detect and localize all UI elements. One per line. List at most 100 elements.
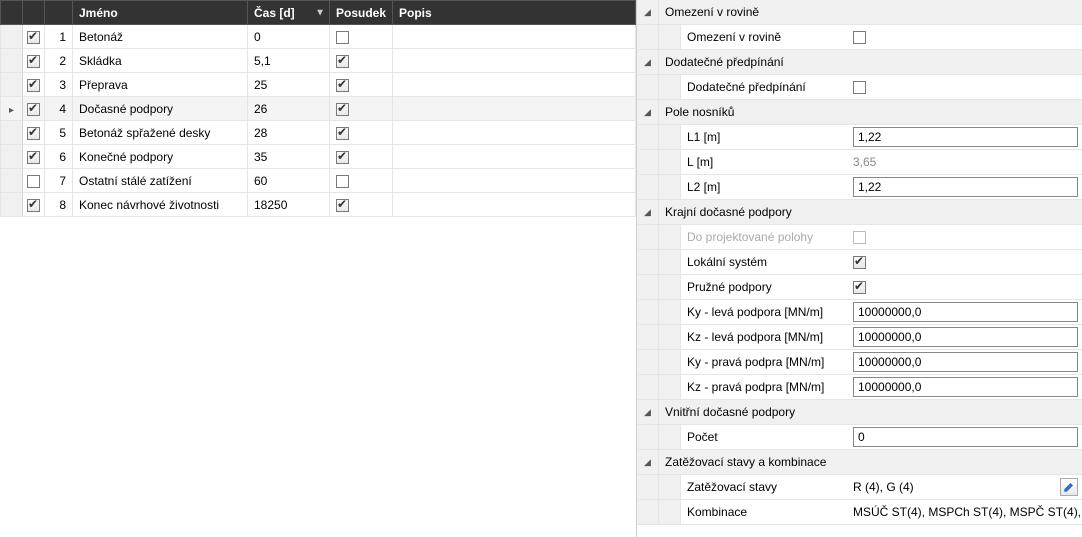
row-jmeno[interactable]: Konečné podpory bbox=[73, 145, 248, 169]
row-checkbox[interactable] bbox=[27, 103, 40, 116]
row-checkbox[interactable] bbox=[27, 199, 40, 212]
row-popis[interactable] bbox=[393, 193, 636, 217]
section-krajni[interactable]: ◢ Krajní dočasné podpory bbox=[637, 200, 1082, 225]
section-zat[interactable]: ◢ Zatěžovací stavy a kombinace bbox=[637, 450, 1082, 475]
row-popis[interactable] bbox=[393, 73, 636, 97]
row-jmeno[interactable]: Konec návrhové životnosti bbox=[73, 193, 248, 217]
section-dodat[interactable]: ◢ Dodatečné předpínání bbox=[637, 50, 1082, 75]
table-row[interactable]: 1Betonáž0 bbox=[1, 25, 636, 49]
row-posudek-checkbox[interactable] bbox=[336, 199, 349, 212]
row-jmeno[interactable]: Skládka bbox=[73, 49, 248, 73]
value-stavy: R (4), G (4) bbox=[853, 480, 1056, 494]
collapse-icon[interactable]: ◢ bbox=[637, 400, 659, 424]
row-jmeno[interactable]: Betonáž spřažené desky bbox=[73, 121, 248, 145]
checkbox-dodat[interactable] bbox=[853, 81, 866, 94]
row-cas[interactable]: 5,1 bbox=[248, 49, 330, 73]
row-posudek-cell[interactable] bbox=[330, 145, 393, 169]
collapse-icon[interactable]: ◢ bbox=[637, 200, 659, 224]
row-posudek-checkbox[interactable] bbox=[336, 127, 349, 140]
section-label: Krajní dočasné podpory bbox=[659, 200, 1082, 224]
row-check-cell[interactable] bbox=[23, 25, 45, 49]
row-popis[interactable] bbox=[393, 49, 636, 73]
row-cas[interactable]: 28 bbox=[248, 121, 330, 145]
row-check-cell[interactable] bbox=[23, 193, 45, 217]
row-popis[interactable] bbox=[393, 97, 636, 121]
row-checkbox[interactable] bbox=[27, 175, 40, 188]
input-l2[interactable] bbox=[853, 177, 1078, 197]
table-row[interactable]: 4Dočasné podpory26 bbox=[1, 97, 636, 121]
col-jmeno[interactable]: Jméno bbox=[73, 1, 248, 25]
section-pole[interactable]: ◢ Pole nosníků bbox=[637, 100, 1082, 125]
edit-icon[interactable] bbox=[1060, 478, 1078, 496]
table-row[interactable]: 3Přeprava25 bbox=[1, 73, 636, 97]
row-popis[interactable] bbox=[393, 121, 636, 145]
row-jmeno[interactable]: Dočasné podpory bbox=[73, 97, 248, 121]
row-posudek-cell[interactable] bbox=[330, 121, 393, 145]
field-label: L2 [m] bbox=[681, 175, 849, 199]
input-kz-leva[interactable] bbox=[853, 327, 1078, 347]
row-check-cell[interactable] bbox=[23, 145, 45, 169]
row-posudek-cell[interactable] bbox=[330, 49, 393, 73]
row-cas[interactable]: 35 bbox=[248, 145, 330, 169]
input-l1[interactable] bbox=[853, 127, 1078, 147]
col-popis[interactable]: Popis bbox=[393, 1, 636, 25]
row-checkbox[interactable] bbox=[27, 151, 40, 164]
collapse-icon[interactable]: ◢ bbox=[637, 100, 659, 124]
table-row[interactable]: 6Konečné podpory35 bbox=[1, 145, 636, 169]
section-omezeni[interactable]: ◢ Omezení v rovině bbox=[637, 0, 1082, 25]
checkbox-pruzne[interactable] bbox=[853, 281, 866, 294]
row-posudek-checkbox[interactable] bbox=[336, 151, 349, 164]
collapse-icon[interactable]: ◢ bbox=[637, 450, 659, 474]
col-index[interactable] bbox=[45, 1, 73, 25]
row-checkbox[interactable] bbox=[27, 55, 40, 68]
table-row[interactable]: 5Betonáž spřažené desky28 bbox=[1, 121, 636, 145]
table-row[interactable]: 2Skládka5,1 bbox=[1, 49, 636, 73]
table-row[interactable]: 8Konec návrhové životnosti18250 bbox=[1, 193, 636, 217]
row-jmeno[interactable]: Betonáž bbox=[73, 25, 248, 49]
row-posudek-cell[interactable] bbox=[330, 193, 393, 217]
collapse-icon[interactable]: ◢ bbox=[637, 50, 659, 74]
row-checkbox[interactable] bbox=[27, 127, 40, 140]
collapse-icon[interactable]: ◢ bbox=[637, 0, 659, 24]
row-posudek-checkbox[interactable] bbox=[336, 31, 349, 44]
filter-icon[interactable]: ▼ bbox=[315, 7, 325, 18]
row-posudek-checkbox[interactable] bbox=[336, 103, 349, 116]
row-posudek-checkbox[interactable] bbox=[336, 175, 349, 188]
row-check-cell[interactable] bbox=[23, 49, 45, 73]
row-posudek-cell[interactable] bbox=[330, 73, 393, 97]
row-jmeno[interactable]: Přeprava bbox=[73, 73, 248, 97]
row-indicator bbox=[1, 145, 23, 169]
row-posudek-checkbox[interactable] bbox=[336, 55, 349, 68]
col-check[interactable] bbox=[23, 1, 45, 25]
row-check-cell[interactable] bbox=[23, 97, 45, 121]
col-cas[interactable]: Čas [d] ▼ bbox=[248, 1, 330, 25]
table-row[interactable]: 7Ostatní stálé zatížení60 bbox=[1, 169, 636, 193]
col-posudek[interactable]: Posudek bbox=[330, 1, 393, 25]
row-cas[interactable]: 25 bbox=[248, 73, 330, 97]
row-posudek-cell[interactable] bbox=[330, 169, 393, 193]
row-popis[interactable] bbox=[393, 145, 636, 169]
row-cas[interactable]: 18250 bbox=[248, 193, 330, 217]
row-checkbox[interactable] bbox=[27, 31, 40, 44]
row-posudek-checkbox[interactable] bbox=[336, 79, 349, 92]
input-pocet[interactable] bbox=[853, 427, 1078, 447]
row-check-cell[interactable] bbox=[23, 121, 45, 145]
row-jmeno[interactable]: Ostatní stálé zatížení bbox=[73, 169, 248, 193]
row-popis[interactable] bbox=[393, 25, 636, 49]
input-ky-leva[interactable] bbox=[853, 302, 1078, 322]
row-check-cell[interactable] bbox=[23, 169, 45, 193]
row-posudek-cell[interactable] bbox=[330, 25, 393, 49]
checkbox-lokal[interactable] bbox=[853, 256, 866, 269]
row-posudek-cell[interactable] bbox=[330, 97, 393, 121]
row-cas[interactable]: 0 bbox=[248, 25, 330, 49]
row-cas[interactable]: 26 bbox=[248, 97, 330, 121]
row-cas[interactable]: 60 bbox=[248, 169, 330, 193]
row-check-cell[interactable] bbox=[23, 73, 45, 97]
row-popis[interactable] bbox=[393, 169, 636, 193]
checkbox-omezeni[interactable] bbox=[853, 31, 866, 44]
field-label: Ky - pravá podpra [MN/m] bbox=[681, 350, 849, 374]
row-checkbox[interactable] bbox=[27, 79, 40, 92]
input-kz-prava[interactable] bbox=[853, 377, 1078, 397]
section-vnitrni[interactable]: ◢ Vnitřní dočasné podpory bbox=[637, 400, 1082, 425]
input-ky-prava[interactable] bbox=[853, 352, 1078, 372]
